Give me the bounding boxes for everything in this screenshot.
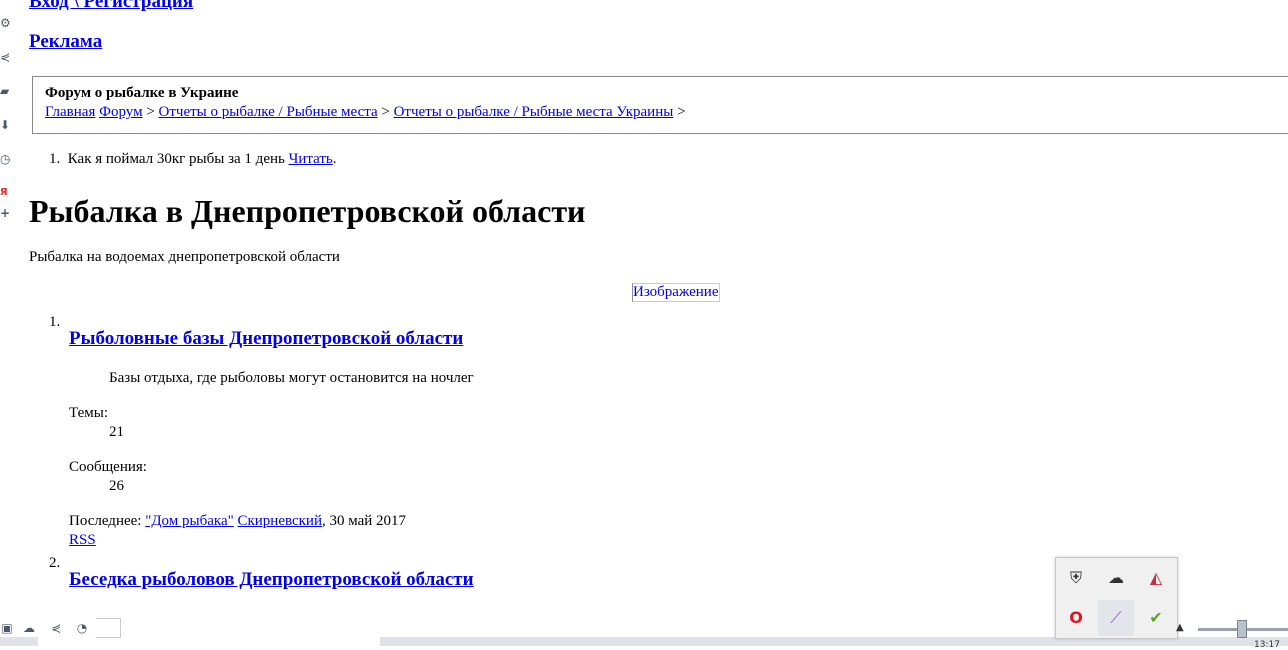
taskbar-clock[interactable]: 13:17: [1254, 640, 1280, 650]
site-title: Форум о рыбалке в Украине: [45, 85, 239, 101]
volume-slider-thumb[interactable]: [1237, 620, 1247, 638]
news-item: 1. Как я поймал 30кг рыбы за 1 день Чита…: [49, 151, 337, 168]
breadcrumb-home[interactable]: Главная: [45, 104, 95, 120]
opera-icon[interactable]: O: [1058, 600, 1094, 636]
last-post: Последнее: "Дом рыбака" Скирневский, 30 …: [69, 513, 406, 530]
clock-icon[interactable]: ◷: [0, 152, 12, 166]
forum-number: 1.: [49, 314, 61, 330]
plus-icon[interactable]: +: [0, 206, 12, 220]
check-shield-icon[interactable]: ✔: [1138, 600, 1174, 636]
yandex-icon[interactable]: я: [0, 184, 12, 198]
speed-icon[interactable]: ◔: [75, 621, 89, 635]
rss-link[interactable]: RSS: [69, 532, 96, 549]
share-icon[interactable]: ⋞: [0, 50, 12, 64]
breadcrumb-separator: >: [381, 104, 390, 120]
topics-label: Темы:: [69, 405, 108, 421]
breadcrumb-trail: Главная Форум > Отчеты о рыбалке / Рыбны…: [45, 104, 686, 121]
page-description: Рыбалка на водоемах днепропетровской обл…: [29, 249, 340, 265]
browser-sidebar: ⚙ ⋞ ▰ ⬇ ◷ я +: [0, 0, 14, 646]
last-thread-link[interactable]: "Дом рыбака": [145, 513, 234, 529]
cloud-off-icon[interactable]: ☁: [1098, 560, 1134, 596]
breadcrumb-reports-ukraine[interactable]: Отчеты о рыбалке / Рыбные места Украины: [394, 104, 674, 120]
ads-link[interactable]: Реклама: [29, 31, 102, 53]
system-tray-popup: ⛨ ☁ ◭ O ⟋ ✔: [1055, 557, 1178, 639]
download-icon[interactable]: ⬇: [0, 118, 12, 132]
messages-label: Сообщения:: [69, 459, 147, 475]
antivirus-icon[interactable]: ◭: [1138, 560, 1174, 596]
security-shield-icon[interactable]: ⛨: [1058, 560, 1094, 596]
last-post-date: , 30 май 2017: [321, 513, 407, 529]
forum-title-link[interactable]: Рыболовные базы Днепропетровской области: [69, 328, 463, 350]
taskbar-tab[interactable]: [96, 618, 121, 638]
news-number: 1.: [49, 151, 61, 167]
forum-title-link[interactable]: Беседка рыболовов Днепропетровской облас…: [69, 569, 474, 591]
share-icon[interactable]: ⋞: [49, 621, 63, 635]
category-image: Изображение: [632, 283, 720, 302]
last-user-link[interactable]: Скирневский: [237, 513, 322, 529]
page-title: Рыбалка в Днепропетровской области: [29, 193, 586, 229]
last-post-label: Последнее:: [69, 513, 142, 529]
news-read-link[interactable]: Читать: [289, 151, 333, 167]
note-icon[interactable]: ▰: [0, 84, 12, 98]
forum-number: 2.: [49, 555, 61, 571]
feather-icon[interactable]: ⟋: [1098, 600, 1134, 636]
breadcrumb-separator: >: [677, 104, 686, 120]
topics-count: 21: [109, 424, 124, 440]
gear-icon[interactable]: ⚙: [0, 16, 12, 30]
breadcrumb: Форум о рыбалке в Украине Главная Форум …: [32, 76, 1288, 134]
window-icon[interactable]: ▣: [0, 621, 14, 635]
taskbar-active-area: [38, 637, 380, 646]
news-text: Как я поймал 30кг рыбы за 1 день: [67, 151, 285, 167]
tray-chevron-icon[interactable]: ▲: [1176, 622, 1184, 633]
login-register-link[interactable]: Вход \ Регистрация: [29, 0, 193, 13]
messages-count: 26: [109, 478, 124, 494]
breadcrumb-forum[interactable]: Форум: [99, 104, 142, 120]
cloud-icon[interactable]: ☁: [22, 621, 36, 635]
news-tail: .: [332, 151, 337, 167]
breadcrumb-separator: >: [146, 104, 155, 120]
forum-description: Базы отдыха, где рыболовы могут останови…: [109, 370, 474, 386]
breadcrumb-reports[interactable]: Отчеты о рыбалке / Рыбные места: [159, 104, 378, 120]
